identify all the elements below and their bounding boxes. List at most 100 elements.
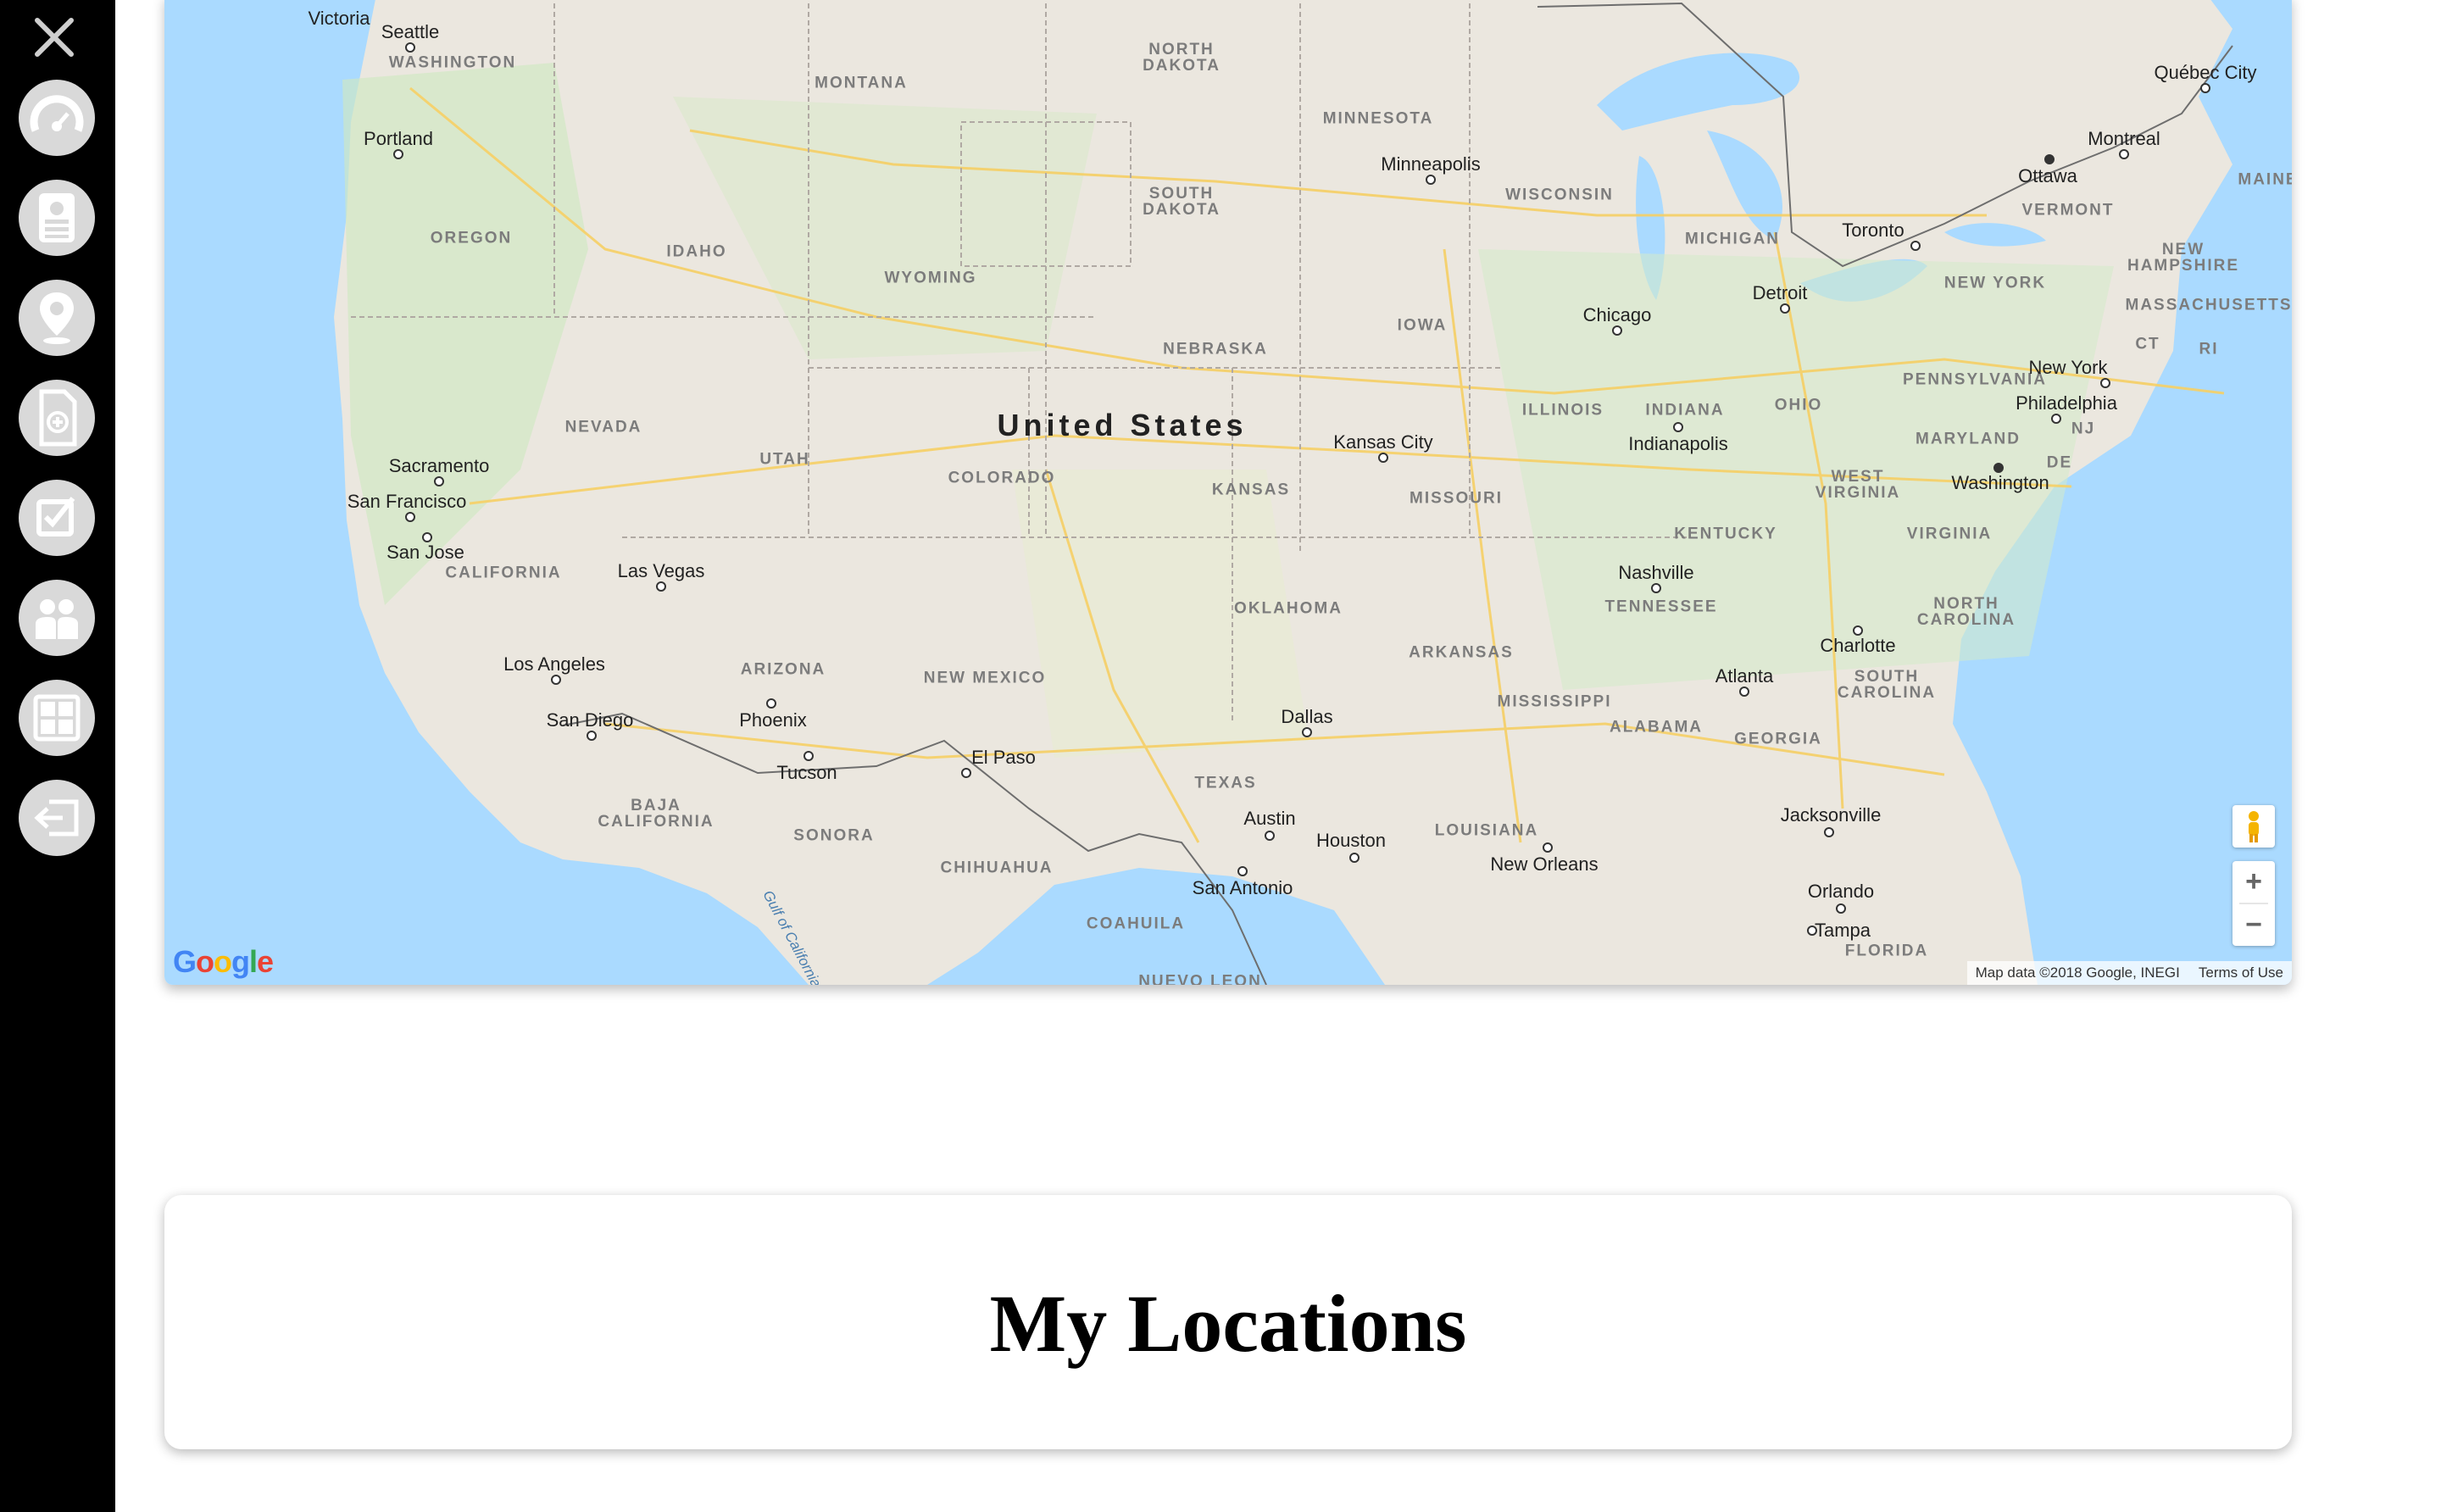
nav-team-button[interactable] [19,580,95,656]
zoom-out-button[interactable]: − [2232,904,2275,946]
nav-profile-button[interactable] [19,180,95,256]
city-marker [1543,842,1553,853]
city-label: Sacramento [388,455,490,476]
state-label: GEORGIA [1734,730,1822,748]
city-marker [1651,583,1661,593]
city-label: New Orleans [1490,853,1599,875]
state-label: ILLINOIS [1521,401,1604,420]
city-label: Nashville [1618,562,1694,583]
document-plus-icon [39,389,77,447]
state-label: WYOMING [884,269,977,287]
city-label: San Jose [386,542,464,563]
city-marker [803,751,814,761]
state-label: MARYLAND [1915,430,2021,448]
city-marker [587,731,597,741]
map-attribution: Map data ©2018 Google, INEGI Terms of Us… [1966,961,2292,985]
close-icon [35,18,74,57]
city-label: Tampa [1814,920,1871,941]
state-label: IOWA [1397,316,1448,335]
state-label: MASSACHUSETTS [2125,296,2292,314]
calculator-icon [33,694,81,742]
city-marker [766,698,776,709]
city-marker [1378,453,1388,463]
zoom-control: + − [2232,861,2275,946]
city-label: Orlando [1807,881,1875,902]
my-locations-title: My Locations [989,1278,1467,1369]
state-label: PENNSYLVANIA [1902,370,2048,389]
state-label: VIRGINIA [1906,525,1993,543]
state-label: OREGON [430,229,513,247]
city-marker [2051,414,2061,424]
city-marker [1265,831,1275,841]
state-label: DE [2046,453,2073,472]
state-label: COAHUILA [1086,914,1186,933]
city-marker [1302,727,1312,737]
nav-locations-button[interactable] [19,280,95,356]
people-icon [36,599,78,639]
city-marker [1910,241,1921,251]
city-label: El Paso [971,747,1036,768]
state-label: CALIFORNIA [445,564,562,582]
street-view-button[interactable] [2232,805,2275,848]
city-marker [961,768,971,778]
state-label: VERMONT [2021,201,2115,220]
city-label: Québec City [2154,62,2257,83]
state-label: SOUTH CAROLINA [1837,668,1937,702]
city-marker [405,42,415,53]
capital-marker [1993,463,2004,473]
city-label: Philadelphia [2016,392,2117,414]
state-label: NEW YORK [1943,274,2047,292]
country-label: United States [997,408,1248,442]
city-label: Houston [1316,830,1386,851]
state-label: OHIO [1774,396,1823,414]
city-marker [405,512,415,522]
sidebar [0,0,115,1512]
city-marker [656,581,666,592]
city-marker [1673,422,1683,432]
state-label: IDAHO [666,242,727,261]
city-label: Dallas [1281,706,1333,727]
nav-dashboard-button[interactable] [19,80,95,156]
city-marker [422,532,432,542]
city-label: Atlanta [1715,665,1774,687]
city-marker [1780,303,1790,314]
google-logo[interactable]: Google [173,944,274,980]
nav-tasks-button[interactable] [19,480,95,556]
nav-new-document-button[interactable] [19,380,95,456]
state-label: SONORA [793,826,875,845]
zoom-in-button[interactable]: + [2232,861,2275,903]
capital-marker [2044,154,2055,164]
state-label: NEW MEXICO [923,669,1047,687]
city-label: Chicago [1582,304,1652,325]
state-label: NEW HAMPSHIRE [2127,241,2239,275]
city-label: San Francisco [347,491,467,512]
state-label: KANSAS [1211,481,1291,499]
city-marker [1349,853,1360,863]
city-label: San Diego [546,709,634,731]
state-label: LOUISIANA [1434,821,1539,840]
city-label: Austin [1243,808,1296,829]
nav-logout-button[interactable] [19,780,95,856]
map[interactable]: United States WASHINGTON MONTANA NORTH D… [164,0,2292,985]
close-button[interactable] [31,14,78,61]
city-marker [1426,175,1436,185]
state-label: KENTUCKY [1674,525,1777,543]
state-label: CHIHUAHUA [940,859,1054,877]
city-label: Tucson [776,762,837,783]
state-label: OKLAHOMA [1234,599,1343,618]
terms-of-use-link[interactable]: Terms of Use [2199,964,2283,981]
map-pin-icon [40,292,74,344]
city-marker [551,675,561,685]
city-label: Ottawa [2018,165,2077,186]
state-label: NORTH DAKOTA [1143,41,1220,75]
city-marker [434,476,444,486]
city-marker [2119,149,2129,159]
city-label: Las Vegas [617,560,705,581]
city-label: Jacksonville [1780,804,1882,825]
checklist-icon [36,497,75,536]
state-label: MICHIGAN [1684,230,1781,248]
state-label: ALABAMA [1609,718,1704,737]
state-label: NJ [2071,420,2096,438]
id-card-icon [39,193,75,242]
nav-calculator-button[interactable] [19,680,95,756]
